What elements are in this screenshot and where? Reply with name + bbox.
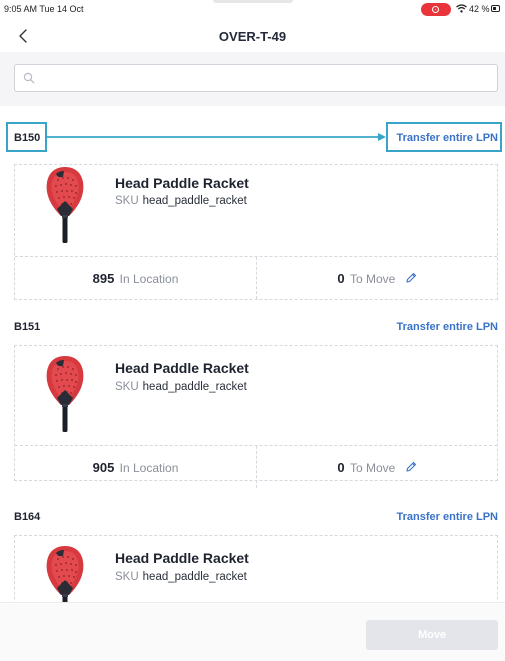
in-location-qty: 905 [92, 460, 115, 475]
to-move-stat: 0 To Move [257, 460, 497, 475]
lpn-code: B151 [14, 321, 41, 333]
record-icon [421, 3, 451, 16]
search-input[interactable] [14, 64, 498, 92]
in-location-stat: 895 In Location [15, 271, 256, 286]
sku-line: SKU head_paddle_racket [115, 381, 247, 393]
to-move-label: To Move [349, 461, 396, 475]
product-name: Head Paddle Racket [115, 360, 249, 376]
battery-percent: 42 % [469, 4, 490, 14]
pencil-icon[interactable] [405, 461, 417, 473]
to-move-qty: 0 [337, 271, 345, 286]
status-time: 9:05 AM Tue 14 Oct [4, 4, 84, 14]
search-icon [23, 72, 35, 84]
product-name: Head Paddle Racket [115, 175, 249, 191]
sku-value: head_paddle_racket [142, 381, 247, 393]
highlight-box-transfer-link [386, 122, 502, 152]
to-move-label: To Move [349, 272, 396, 286]
move-button[interactable]: Move [366, 620, 498, 650]
search-area [0, 52, 505, 106]
sku-line: SKU head_paddle_racket [115, 571, 247, 583]
product-image [43, 354, 87, 434]
to-move-stat: 0 To Move [257, 271, 497, 286]
in-location-label: In Location [119, 272, 179, 286]
nav-bar: OVER-T-49 [0, 20, 505, 52]
transfer-entire-lpn-link[interactable]: Transfer entire LPN [397, 511, 498, 523]
highlight-box-lpn-code [6, 122, 47, 152]
to-move-qty: 0 [337, 460, 345, 475]
lpn-code: B164 [14, 511, 41, 523]
sku-line: SKU head_paddle_racket [115, 195, 247, 207]
top-grabber [213, 0, 293, 3]
in-location-qty: 895 [92, 271, 115, 286]
item-card: Head Paddle Racket SKU head_paddle_racket… [14, 164, 498, 300]
page-title: OVER-T-49 [218, 29, 287, 44]
lpn-header: B151 Transfer entire LPN [0, 317, 505, 339]
lpn-header: B164 Transfer entire LPN [0, 507, 505, 529]
in-location-label: In Location [119, 461, 179, 475]
product-name: Head Paddle Racket [115, 550, 249, 566]
sku-label: SKU [115, 195, 139, 207]
in-location-stat: 905 In Location [15, 460, 256, 475]
transfer-entire-lpn-link[interactable]: Transfer entire LPN [397, 321, 498, 333]
status-bar: 9:05 AM Tue 14 Oct 42 % [0, 0, 505, 20]
item-card: Head Paddle Racket SKU head_paddle_racket… [14, 345, 498, 488]
wifi-icon [456, 4, 467, 13]
battery-icon [491, 5, 500, 12]
pencil-icon[interactable] [405, 272, 417, 284]
sku-label: SKU [115, 571, 139, 583]
bottom-action-bar: Move [0, 602, 505, 661]
sku-value: head_paddle_racket [142, 571, 247, 583]
sku-label: SKU [115, 381, 139, 393]
product-image [43, 165, 87, 245]
sku-value: head_paddle_racket [142, 195, 247, 207]
